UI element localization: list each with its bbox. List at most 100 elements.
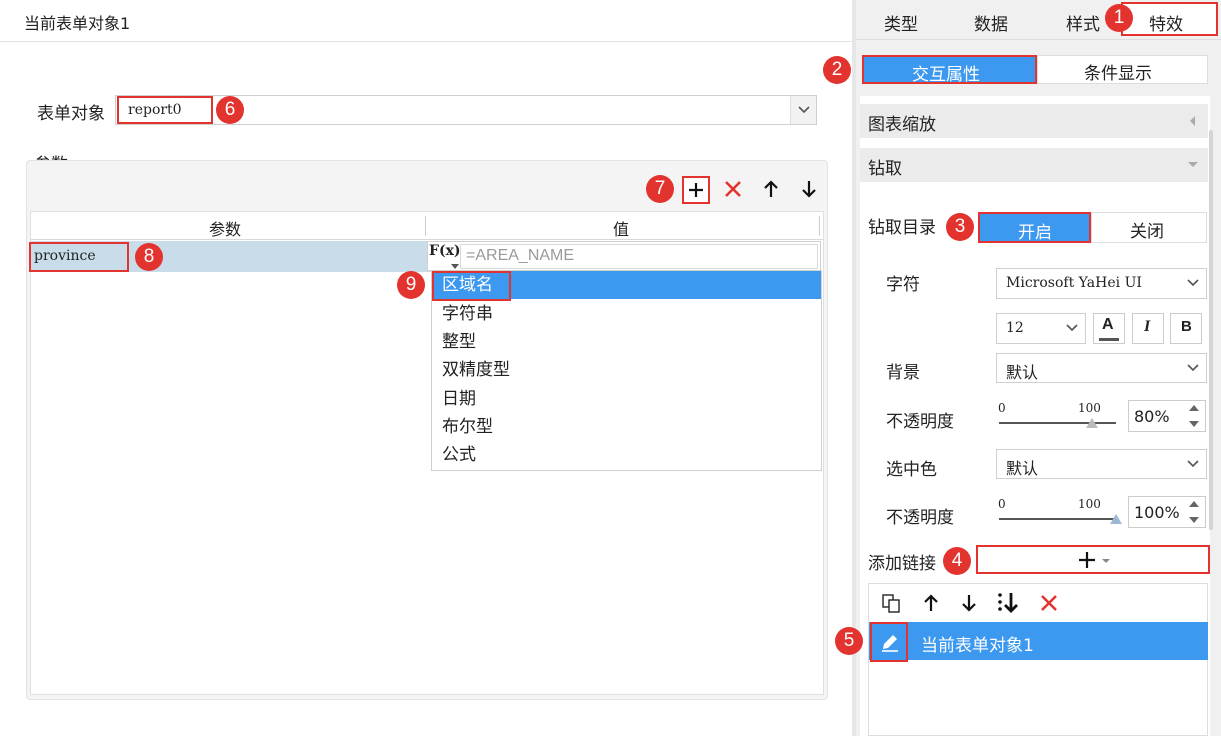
bg-label: 背景 [886,363,920,383]
opacity1-slider-thumb[interactable] [1086,418,1098,428]
scrollbar[interactable] [1209,130,1213,530]
opacity2-slider-thumb[interactable] [1110,514,1122,524]
edit-link-button[interactable] [870,622,908,662]
tab-type[interactable]: 类型 [884,10,918,35]
spinner-up-icon[interactable] [1189,405,1199,411]
dropdown-item-label: 日期 [442,389,476,409]
selected-color-select[interactable]: 默认 [996,449,1207,479]
header-value: 值 [613,220,630,239]
chevron-down-icon[interactable] [1059,314,1085,342]
badge-4: 4 [943,547,971,575]
chevron-down-icon[interactable] [1180,269,1206,297]
highlight-box-9 [432,271,511,301]
value-cell[interactable]: F(x) =AREA_NAME [427,241,821,271]
opacity2-slider[interactable] [999,518,1116,520]
spinner-down-icon[interactable] [1189,421,1199,427]
tab-bar: 类型 数据 样式 特效 1 [856,0,1221,40]
subtab-condition[interactable]: 条件显示 [1037,55,1208,84]
bold-button[interactable]: B [1170,313,1202,344]
add-link-label: 添加链接 [868,554,936,574]
move-to-bottom-icon[interactable] [996,590,1022,616]
formula-dropdown-arrow-icon[interactable] [451,264,459,269]
font-color-icon: A [1102,316,1114,333]
delete-icon[interactable] [720,176,746,202]
tab-style[interactable]: 样式 [1066,10,1100,35]
selected-color-label: 选中色 [886,460,937,480]
selected-color-value: 默认 [1006,459,1039,478]
move-up-icon[interactable] [918,590,944,616]
opacity1-input[interactable]: 80% [1128,400,1206,432]
italic-icon: I [1144,318,1151,335]
opacity1-slider[interactable] [999,422,1116,424]
move-up-icon[interactable] [758,176,784,202]
dropdown-item[interactable]: 日期 [432,385,821,413]
italic-button[interactable]: I [1132,313,1164,344]
section-zoom[interactable]: 图表缩放 [860,104,1208,138]
badge-6: 6 [216,96,244,124]
drill-dir-label: 钻取目录 [868,218,936,238]
dropdown-item[interactable]: 字符串 [432,300,821,328]
caret-left-icon [1190,116,1195,126]
header-param: 参数 [209,220,242,239]
badge-3: 3 [946,213,974,241]
add-icon[interactable] [682,176,710,204]
section-drill[interactable]: 钻取 [860,148,1208,182]
badge-2: 2 [823,56,851,84]
dropdown-item[interactable]: 整型 [432,328,821,356]
chevron-down-icon[interactable] [790,96,816,124]
chevron-down-icon[interactable] [1180,354,1206,382]
move-down-icon[interactable] [796,176,822,202]
subtab-interaction[interactable]: 交互属性 [862,55,1037,85]
dropdown-item-label: 整型 [442,332,476,352]
font-value: Microsoft YaHei UI [1006,275,1142,291]
badge-8: 8 [135,243,163,271]
badge-9: 9 [397,271,425,299]
subtab-condition-label: 条件显示 [1084,64,1152,84]
form-object-label: 表单对象 [37,104,105,124]
slider1-max: 100 [1078,401,1101,415]
formula-input[interactable]: =AREA_NAME [460,244,818,269]
delete-icon[interactable] [1036,590,1062,616]
move-down-icon[interactable] [956,590,982,616]
chevron-down-icon[interactable] [1180,450,1206,478]
bg-select[interactable]: 默认 [996,353,1207,383]
left-panel: 当前表单对象1 表单对象 report0 6 参数 7 参数 值 provinc… [0,0,852,736]
slider2-min: 0 [998,497,1006,511]
header-divider [425,216,426,236]
font-size-select[interactable]: 12 [996,313,1086,344]
dropdown-item-label: 字符串 [442,304,493,324]
add-icon [1079,552,1095,568]
dropdown-item-label: 布尔型 [442,417,493,437]
spinner-down-icon[interactable] [1189,517,1199,523]
formula-icon[interactable]: F(x) [429,243,461,259]
opacity2-input[interactable]: 100% [1128,496,1206,528]
slider1-min: 0 [998,401,1006,415]
badge-5: 5 [835,627,863,655]
tab-data[interactable]: 数据 [974,10,1008,35]
drill-on-button[interactable]: 开启 [978,212,1091,243]
badge-7: 7 [646,175,674,203]
subtab-interaction-label: 交互属性 [912,65,980,85]
dropdown-item[interactable]: 公式 [432,441,821,469]
dropdown-item-label: 公式 [442,445,476,465]
dropdown-item[interactable]: 布尔型 [432,413,821,441]
list-item[interactable]: 当前表单对象1 [869,622,1208,660]
dropdown-item-label: 双精度型 [442,360,510,380]
font-size-value: 12 [1006,320,1024,336]
font-select[interactable]: Microsoft YaHei UI [996,268,1207,299]
dropdown-item[interactable]: 双精度型 [432,356,821,384]
badge-1: 1 [1105,4,1133,32]
copy-icon[interactable] [878,590,904,616]
page-title: 当前表单对象1 [24,14,131,33]
tab-effects-label: 特效 [1149,15,1183,35]
section-zoom-label: 图表缩放 [868,115,936,135]
highlight-box-6 [117,96,213,124]
font-color-button[interactable]: A [1093,313,1125,344]
tab-effects[interactable]: 特效 [1121,2,1218,36]
drill-off-label: 关闭 [1130,222,1164,242]
highlight-box-8 [29,242,129,272]
spinner-up-icon[interactable] [1189,501,1199,507]
add-link-button[interactable] [976,545,1210,574]
drill-off-button[interactable]: 关闭 [1091,212,1207,243]
font-color-swatch [1099,338,1119,341]
